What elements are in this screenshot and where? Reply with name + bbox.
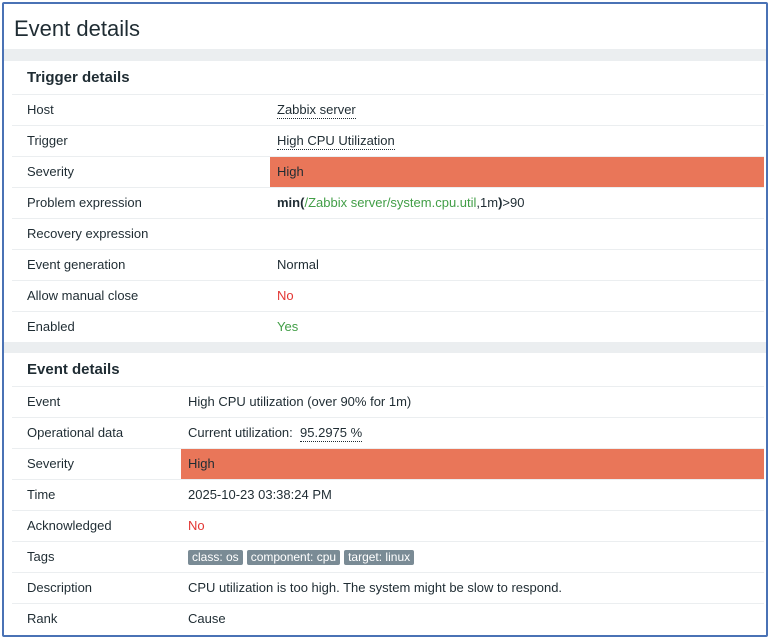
event-details-section: Event details Event High CPU utilization… bbox=[12, 353, 764, 634]
row-severity: Severity High bbox=[12, 156, 764, 187]
row-event-severity: Severity High bbox=[12, 448, 764, 479]
expression-args: ,1m bbox=[476, 195, 499, 210]
expression-function: min( bbox=[277, 195, 305, 210]
trigger-details-section: Trigger details Host Zabbix server Trigg… bbox=[12, 61, 764, 342]
event-severity-label: Severity bbox=[27, 456, 74, 471]
host-label: Host bbox=[27, 102, 54, 117]
severity-label: Severity bbox=[27, 164, 74, 179]
trigger-link[interactable]: High CPU Utilization bbox=[277, 133, 395, 150]
host-value: Zabbix server bbox=[277, 95, 356, 125]
row-operational-data: Operational data Current utilization: 95… bbox=[12, 417, 764, 448]
operational-data-value: Current utilization: 95.2975 % bbox=[188, 418, 363, 448]
row-recovery-expression: Recovery expression bbox=[12, 218, 764, 249]
host-link[interactable]: Zabbix server bbox=[277, 102, 356, 119]
row-host: Host Zabbix server bbox=[12, 94, 764, 125]
time-label: Time bbox=[27, 487, 56, 502]
row-event: Event High CPU utilization (over 90% for… bbox=[12, 386, 764, 417]
section-title-trigger-details: Trigger details bbox=[27, 69, 130, 86]
section-divider bbox=[4, 342, 766, 353]
row-time: Time 2025-10-23 03:38:24 PM bbox=[12, 479, 764, 510]
tag-component-cpu[interactable]: component: cpu bbox=[246, 550, 341, 566]
expression-comparison: >90 bbox=[502, 195, 525, 210]
trigger-label: Trigger bbox=[27, 133, 68, 148]
expression-item-link[interactable]: /Zabbix server/system.cpu.util bbox=[304, 195, 476, 210]
page-title: Event details bbox=[14, 16, 140, 41]
tag-class-os[interactable]: class: os bbox=[188, 550, 243, 566]
row-enabled: Enabled Yes bbox=[12, 311, 764, 342]
allow-manual-close-value: No bbox=[277, 288, 294, 303]
row-acknowledged: Acknowledged No bbox=[12, 510, 764, 541]
operational-data-label: Operational data bbox=[27, 425, 124, 440]
enabled-label: Enabled bbox=[27, 319, 75, 334]
enabled-value: Yes bbox=[277, 319, 299, 334]
tag-target-linux[interactable]: target: linux bbox=[344, 550, 415, 566]
operational-data-prefix: Current utilization: bbox=[188, 425, 293, 440]
rank-label: Rank bbox=[27, 611, 58, 626]
row-event-generation: Event generation Normal bbox=[12, 249, 764, 280]
description-label: Description bbox=[27, 580, 93, 595]
problem-expression-value: min(/Zabbix server/system.cpu.util,1m)>9… bbox=[277, 188, 524, 218]
rank-value: Cause bbox=[188, 611, 226, 626]
description-value: CPU utilization is too high. The system … bbox=[188, 580, 563, 595]
allow-manual-close-label: Allow manual close bbox=[27, 288, 139, 303]
tags-label: Tags bbox=[27, 549, 55, 564]
problem-expression-label: Problem expression bbox=[27, 195, 142, 210]
time-value: 2025-10-23 03:38:24 PM bbox=[188, 487, 332, 502]
section-title-event-details: Event details bbox=[27, 361, 120, 378]
row-allow-manual-close: Allow manual close No bbox=[12, 280, 764, 311]
event-details-window: Event details Trigger details Host Zabbi… bbox=[2, 2, 768, 637]
row-description: Description CPU utilization is too high.… bbox=[12, 572, 764, 603]
row-tags: Tags class: os component: cpu target: linu… bbox=[12, 541, 764, 572]
recovery-expression-label: Recovery expression bbox=[27, 226, 149, 241]
event-generation-label: Event generation bbox=[27, 257, 126, 272]
operational-data-link[interactable]: 95.2975 % bbox=[300, 425, 363, 442]
trigger-value: High CPU Utilization bbox=[277, 126, 395, 156]
row-trigger: Trigger High CPU Utilization bbox=[12, 125, 764, 156]
event-generation-value: Normal bbox=[277, 257, 319, 272]
row-rank: Rank Cause bbox=[12, 603, 764, 634]
severity-high-badge: High bbox=[270, 157, 764, 187]
event-value: High CPU utilization (over 90% for 1m) bbox=[188, 394, 412, 409]
section-divider bbox=[4, 49, 766, 61]
row-problem-expression: Problem expression min(/Zabbix server/sy… bbox=[12, 187, 764, 218]
event-severity-high-badge: High bbox=[181, 449, 764, 479]
event-label: Event bbox=[27, 394, 61, 409]
tags-list: class: os component: cpu target: linux bbox=[188, 542, 418, 572]
acknowledged-value: No bbox=[188, 518, 205, 533]
acknowledged-label: Acknowledged bbox=[27, 518, 112, 533]
